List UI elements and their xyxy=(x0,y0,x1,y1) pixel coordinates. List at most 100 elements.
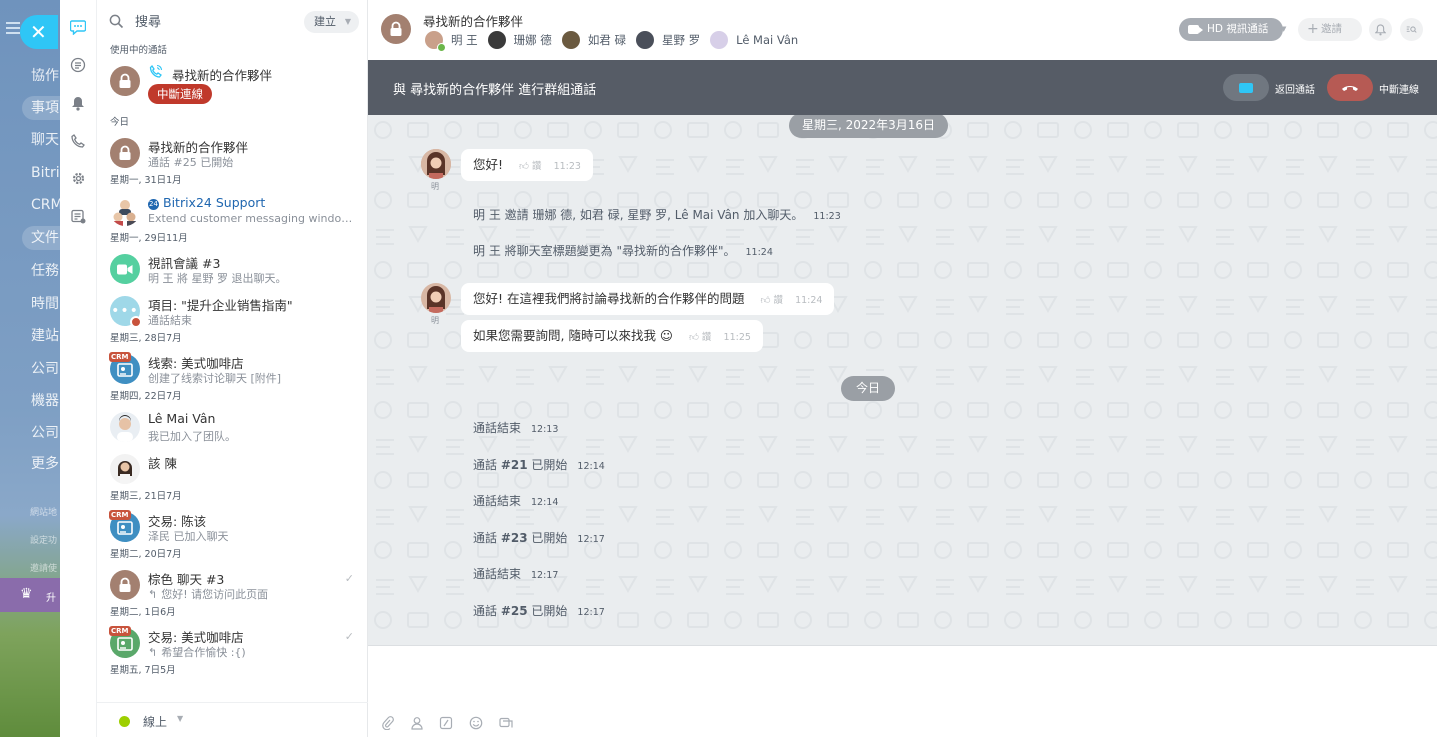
search-input[interactable] xyxy=(135,12,285,32)
reply-icon: ↰ xyxy=(148,646,158,659)
call-event-text: 通話結束 xyxy=(473,567,522,581)
section-header: 星期二, 1日6月 xyxy=(110,607,176,618)
recent-item-subtitle: 明 王 將 星野 罗 退出聊天。 xyxy=(148,272,287,285)
message-time: 12:13 xyxy=(531,424,559,435)
bell-icon[interactable] xyxy=(69,94,87,112)
smile-icon[interactable] xyxy=(469,716,483,730)
member-name: 星野 罗 xyxy=(661,33,701,47)
section-header: 星期三, 28日7月 xyxy=(110,333,182,344)
user-mention-icon[interactable] xyxy=(410,716,424,730)
phone-icon[interactable] xyxy=(69,132,87,150)
user-avatar xyxy=(110,454,140,484)
gear-icon[interactable] xyxy=(69,169,87,187)
bg-small-item: 設定功 xyxy=(30,536,58,546)
hangup-button[interactable] xyxy=(1327,74,1373,101)
recent-item-title: 該 陳 xyxy=(148,456,177,471)
message-time: 12:17 xyxy=(531,570,559,581)
attachment-icon[interactable] xyxy=(381,716,395,730)
like-icon[interactable]: 👍︎ xyxy=(761,295,771,306)
message-composer[interactable] xyxy=(368,645,1437,737)
bg-menu-item: 公司 xyxy=(31,361,59,377)
notes-icon[interactable] xyxy=(69,207,87,225)
member[interactable]: 明 王 xyxy=(425,31,478,52)
recent-item-subtitle: ↰ 您好! 请您访问此页面 xyxy=(148,586,358,602)
group-call-banner: 與 尋找新的合作夥伴 進行群組通話 返回通話 中斷連線 xyxy=(368,60,1437,115)
call-event-text: 已開始 xyxy=(527,531,568,545)
plus-icon: + xyxy=(1307,21,1319,37)
member[interactable]: 珊娜 德 xyxy=(487,31,552,49)
chat-header: 尋找新的合作夥伴 明 王 珊娜 德 如君 碌 星野 罗 Lê Mai Vân H… xyxy=(368,0,1437,60)
member[interactable]: Lê Mai Vân xyxy=(710,31,798,49)
bg-menu-item: 協作 xyxy=(31,68,59,84)
like-label[interactable]: 讚 xyxy=(773,295,783,306)
recent-item[interactable]: ••• 項目: "提升企业销售指南" 通話結束 xyxy=(97,290,368,332)
return-to-call-button[interactable] xyxy=(1223,74,1269,101)
close-messenger-button[interactable]: ✕ xyxy=(20,15,58,49)
openlines-icon[interactable] xyxy=(69,56,87,74)
create-chat-icon[interactable] xyxy=(499,716,513,730)
like-icon[interactable]: 👍︎ xyxy=(519,161,529,172)
recent-item[interactable]: 尋找新的合作夥伴 通話 #25 已開始 xyxy=(97,132,368,174)
bg-menu-item: 機器 xyxy=(31,393,59,409)
system-message-text: 明 王 將聊天室標題變更為 "尋找新的合作夥伴"。 xyxy=(473,244,736,258)
lock-icon[interactable] xyxy=(381,14,411,44)
call-event-text: 通話 xyxy=(473,458,501,472)
call-event-text: 已開始 xyxy=(527,458,568,472)
online-status-icon xyxy=(119,716,130,727)
user-avatar xyxy=(635,31,654,49)
member[interactable]: 如君 碌 xyxy=(561,31,626,49)
command-icon[interactable] xyxy=(439,716,453,730)
call-event: 通話結束 12:14 xyxy=(473,492,558,509)
active-call-item[interactable]: 尋找新的合作夥伴 中斷連線 xyxy=(97,60,368,116)
recent-item[interactable]: CRM 线索: 美式咖啡店 创建了线索讨论聊天 [附件] xyxy=(97,348,368,390)
recent-item-subtitle: 创建了线索讨论聊天 [附件] xyxy=(148,372,282,385)
user-avatar[interactable] xyxy=(421,283,451,313)
chat-icon[interactable] xyxy=(69,18,87,36)
chat-search-button[interactable] xyxy=(1400,18,1423,41)
recent-item[interactable]: 棕色 聊天 #3 ↰ 您好! 请您访问此页面 ✓ xyxy=(97,564,368,606)
message-area[interactable]: 星期三, 2022年3月16日 明 您好! 👍︎ 讚 11:23 明 王 邀請 珊… xyxy=(368,115,1437,645)
user-avatar[interactable] xyxy=(421,149,451,179)
chevron-down-icon: ▼ xyxy=(344,17,351,26)
call-event: 通話 #21 已開始 12:14 xyxy=(473,456,605,473)
bg-menu-item: 聊天 xyxy=(31,132,59,148)
section-header: 星期三, 21日7月 xyxy=(110,491,182,502)
call-event-text: 通話結束 xyxy=(473,421,522,435)
lock-icon xyxy=(110,138,140,168)
recent-item[interactable]: 該 陳 xyxy=(97,448,368,490)
create-button[interactable]: 建立 ▼ xyxy=(304,11,359,33)
bg-menu-item: 建站 xyxy=(31,328,59,344)
like-label[interactable]: 讚 xyxy=(532,161,542,172)
chevron-down-icon[interactable]: ▼ xyxy=(1281,18,1295,41)
recent-item[interactable]: CRM 交易: 陈该 泽民 已加入聊天 xyxy=(97,506,368,548)
hd-video-call-button[interactable]: HD 視訊通話 xyxy=(1179,18,1283,41)
call-event-text: 通話結束 xyxy=(473,494,522,508)
end-call-button[interactable]: 中斷連線 xyxy=(148,84,212,104)
member[interactable]: 星野 罗 xyxy=(635,31,701,49)
like-label[interactable]: 讚 xyxy=(702,332,712,343)
chat-title[interactable]: 尋找新的合作夥伴 xyxy=(423,11,523,30)
like-icon[interactable]: 👍︎ xyxy=(689,332,699,343)
message-bubble[interactable]: 您好! 👍︎ 讚 11:23 xyxy=(461,149,593,181)
notification-bell-button[interactable] xyxy=(1369,18,1392,41)
recent-item-subtitle: 泽民 已加入聊天 xyxy=(148,530,229,543)
bg-menu-item: Bitrix xyxy=(31,165,60,181)
hamburger-icon[interactable] xyxy=(6,22,20,24)
message-time: 11:24 xyxy=(745,247,773,258)
recent-item[interactable]: Lê Mai Vân 我已加入了团队。 xyxy=(97,406,368,448)
recent-item[interactable]: 24 Bitrix24 Support Extend customer messa… xyxy=(97,190,368,232)
message-bubble[interactable]: 如果您需要詢問, 隨時可以來找我 ☺ 👍︎ 讚 11:25 xyxy=(461,320,763,352)
member-name: 明 王 xyxy=(451,33,478,47)
recent-item[interactable]: CRM 交易: 美式咖啡店 ↰ 希望合作愉快 :{) ✓ xyxy=(97,622,368,664)
recent-item-subtitle: 通話 #25 已開始 xyxy=(148,156,234,169)
invite-button[interactable]: + 邀請 xyxy=(1298,18,1362,41)
status-selector[interactable]: 線上 ▼ xyxy=(97,702,368,737)
recent-item[interactable]: 視訊會議 #3 明 王 將 星野 罗 退出聊天。 xyxy=(97,248,368,290)
bitrix24-icon: 24 xyxy=(148,199,159,210)
member-name: Lê Mai Vân xyxy=(736,33,799,47)
support-avatar xyxy=(110,196,140,226)
recent-item-subtitle-text: 希望合作愉快 :{) xyxy=(161,646,246,659)
user-avatar xyxy=(110,412,140,442)
message-bubble[interactable]: 您好! 在這裡我們將討論尋找新的合作夥伴的問題 👍︎ 讚 11:24 xyxy=(461,283,835,315)
bg-menu-item: CRM xyxy=(31,197,60,213)
